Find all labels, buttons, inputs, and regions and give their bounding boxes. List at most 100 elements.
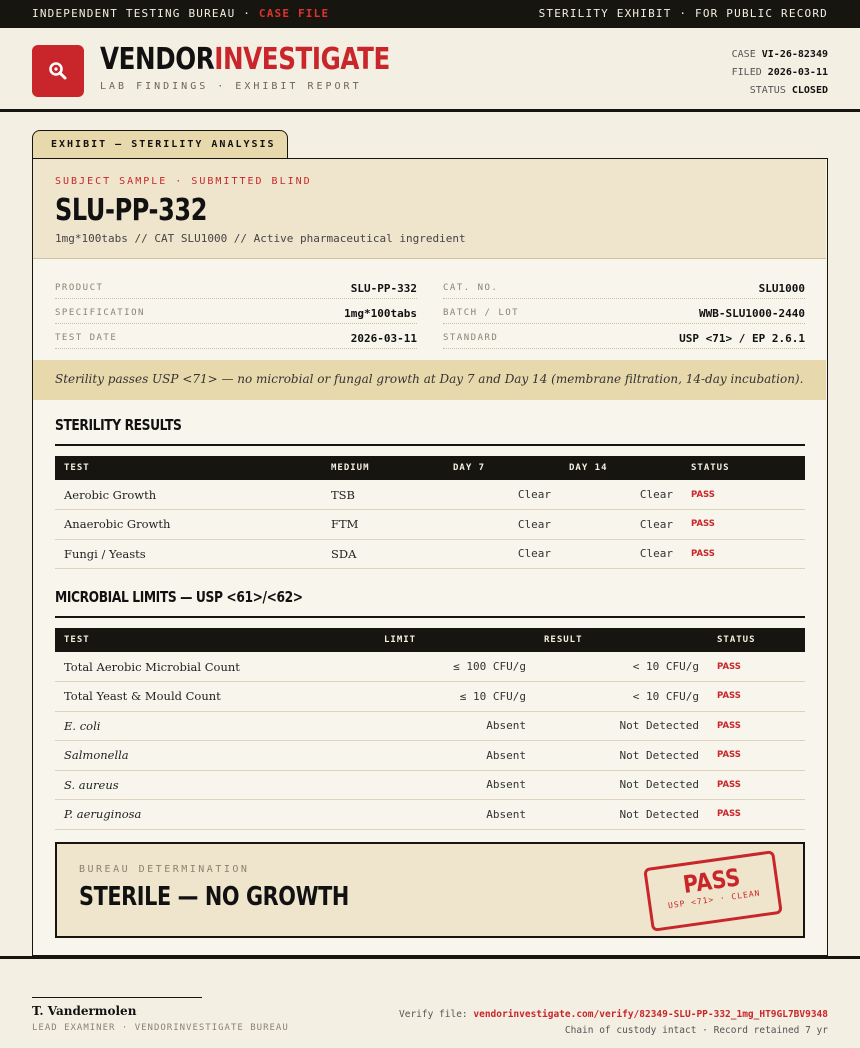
status-value: CLOSED [791,85,828,96]
cell-test: S. aureus [64,777,119,792]
top-bar: INDEPENDENT TESTING BUREAU · CASE FILE S… [0,0,860,28]
field-value: WWB-SLU1000-2440 [699,307,805,320]
subject-block: SUBJECT SAMPLE · SUBMITTED BLIND SLU-PP-… [33,159,826,259]
cell-limit: ≤ 100 CFU/g [375,652,535,682]
field-label: PRODUCT [55,283,104,293]
column-header: DAY 14 [560,456,682,480]
status-badge: PASS [708,770,805,800]
topbar-right: STERILITY EXHIBIT · FOR PUBLIC RECORD [538,7,828,20]
field-label: STANDARD [443,333,499,343]
cell-test: Fungi / Yeasts [55,539,322,569]
field-value: SLU-PP-332 [350,282,417,295]
cell-test: Aerobic Growth [55,480,322,510]
cell-test: E. coli [64,718,101,733]
subject-kicker: SUBJECT SAMPLE · SUBMITTED BLIND [55,176,312,187]
field-label: CAT. NO. [443,283,499,293]
field-batch-lot: BATCH / LOT WWB-SLU1000-2440 [443,299,805,324]
determination-kicker: BUREAU DETERMINATION [79,864,250,875]
table-row: Total Aerobic Microbial Count ≤ 100 CFU/… [55,652,805,682]
cell-limit: Absent [375,770,535,800]
header: VENDORINVESTIGATE LAB FINDINGS · EXHIBIT… [0,28,860,112]
determination-title: STERILE — NO GROWTH [79,882,349,912]
cell-result: Not Detected [535,770,708,800]
field-value: SLU1000 [758,282,805,295]
cell-result: Not Detected [535,799,708,830]
field-standard: STANDARD USP <71> / EP 2.6.1 [443,324,805,349]
cell-limit: Absent [375,711,535,741]
sample-fields: PRODUCT SLU-PP-332 SPECIFICATION 1mg*100ta… [33,260,826,360]
cell-test: Total Yeast & Mould Count [55,681,375,712]
cell-test: Salmonella [64,748,129,763]
cell-medium: SDA [322,539,444,569]
field-product: PRODUCT SLU-PP-332 [55,274,417,299]
topbar-left: INDEPENDENT TESTING BUREAU · CASE FILE [32,7,329,20]
cell-limit: Absent [375,740,535,771]
table-row: E. coli Absent Not Detected PASS [55,711,805,741]
field-test-date: TEST DATE 2026-03-11 [55,324,417,349]
table-row: S. aureus Absent Not Detected PASS [55,770,805,800]
field-value: USP <71> / EP 2.6.1 [679,332,805,345]
case-file-badge: CASE FILE [258,7,330,20]
cell-result: Not Detected [535,740,708,771]
column-header: LIMIT [375,628,535,652]
cell-test: Total Aerobic Microbial Count [55,652,375,682]
bureau-determination: BUREAU DETERMINATION STERILE — NO GROWTH… [55,842,805,938]
filed-label: FILED [731,67,762,78]
custody-note: Chain of custody intact · Record retaine… [564,1025,828,1036]
verify-link[interactable]: vendorinvestigate.com/verify/82349-SLU-P… [473,1009,828,1020]
brand-wordmark: VENDORINVESTIGATE [100,42,390,77]
brand-subtitle: LAB FINDINGS · EXHIBIT REPORT [100,81,362,92]
field-label: TEST DATE [55,333,118,343]
table-header-row: TEST LIMIT RESULT STATUS [55,628,805,652]
table-header-row: TEST MEDIUM DAY 7 DAY 14 STATUS [55,456,805,480]
verification-block: Verify file: vendorinvestigate.com/verif… [399,1007,828,1039]
section-rule [55,616,805,618]
brand-part1: VENDOR [100,42,215,77]
sterility-table: TEST MEDIUM DAY 7 DAY 14 STATUS Aerobic … [55,456,805,569]
case-label: CASE [731,49,756,60]
field-label: SPECIFICATION [55,308,145,318]
cell-result: < 10 CFU/g [535,652,708,682]
summary-note: Sterility passes USP <71> — no microbial… [33,360,826,400]
microbial-table: TEST LIMIT RESULT STATUS Total Aerobic M… [55,628,805,830]
column-header: DAY 7 [444,456,560,480]
examiner-name: T. Vandermolen [32,1004,137,1018]
case-meta: CASE VI-26-82349 FILED 2026-03-11 STATUS… [732,46,828,100]
footer: T. Vandermolen LEAD EXAMINER · VENDORINV… [0,956,860,1048]
cell-day7: Clear [444,480,560,510]
cell-medium: FTM [322,509,444,540]
status-label: STATUS [749,85,786,96]
filed-date: 2026-03-11 [767,67,828,78]
cell-limit: Absent [375,799,535,830]
cell-limit: ≤ 10 CFU/g [375,681,535,712]
column-header: STATUS [682,456,805,480]
column-header: TEST [55,628,375,652]
table-row: Anaerobic Growth FTM Clear Clear PASS [55,509,805,540]
status-badge: PASS [708,681,805,712]
cell-result: < 10 CFU/g [535,681,708,712]
status-badge: PASS [708,711,805,741]
column-header: RESULT [535,628,708,652]
magnifier-icon [32,45,84,97]
field-specification: SPECIFICATION 1mg*100tabs [55,299,417,324]
field-label: BATCH / LOT [443,308,520,318]
pass-stamp: PASS USP <71> · CLEAN [643,850,783,932]
sterility-section-title: STERILITY RESULTS [55,416,182,434]
cell-medium: TSB [322,480,444,510]
subject-description: 1mg*100tabs // CAT SLU1000 // Active pha… [55,232,466,245]
table-row: Aerobic Growth TSB Clear Clear PASS [55,480,805,510]
status-badge: PASS [708,740,805,771]
table-row: Total Yeast & Mould Count ≤ 10 CFU/g < 1… [55,681,805,712]
column-header: STATUS [708,628,805,652]
field-value: 1mg*100tabs [344,307,417,320]
column-header: MEDIUM [322,456,444,480]
table-row: Fungi / Yeasts SDA Clear Clear PASS [55,539,805,569]
status-badge: PASS [708,799,805,830]
table-row: Salmonella Absent Not Detected PASS [55,740,805,771]
cell-day7: Clear [444,539,560,569]
status-badge: PASS [682,480,805,510]
subject-title: SLU-PP-332 [55,193,207,228]
status-badge: PASS [682,539,805,569]
cell-test: P. aeruginosa [64,807,142,822]
status-badge: PASS [708,652,805,682]
